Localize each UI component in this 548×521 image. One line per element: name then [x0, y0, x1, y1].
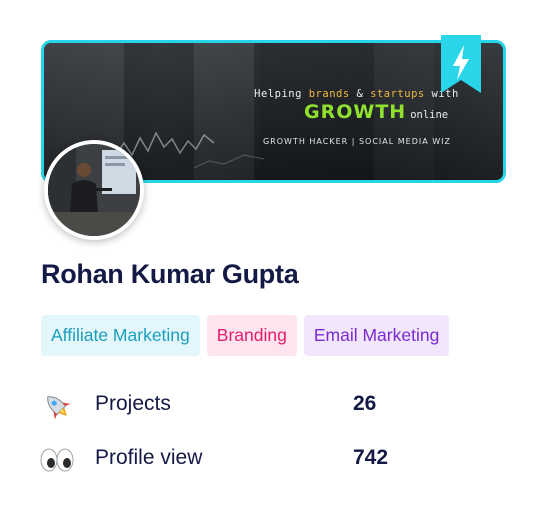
avatar[interactable] [44, 140, 144, 240]
lightning-bolt-icon [441, 35, 481, 93]
profile-name: Rohan Kumar Gupta [41, 259, 299, 289]
rocket-icon [47, 396, 71, 420]
banner-online-text: online [410, 109, 449, 121]
banner-subtitle: GROWTH HACKER | SOCIAL MEDIA WIZ [262, 137, 452, 146]
stat-label-profile-view: Profile view [95, 446, 203, 469]
banner-tagline: Helping brands & startups with [254, 88, 459, 100]
banner-growth-headline: GROWTH [304, 101, 407, 123]
eyes-icon [40, 448, 74, 472]
stat-label-projects: Projects [95, 392, 171, 415]
stat-row-projects: Projects 26 [40, 390, 460, 422]
tag-affiliate-marketing[interactable]: Affiliate Marketing [41, 315, 200, 356]
tag-email-marketing[interactable]: Email Marketing [303, 315, 450, 356]
tag-branding[interactable]: Branding [206, 315, 297, 356]
tag-list: Affiliate Marketing Branding Email Marke… [41, 315, 450, 356]
stat-value-profile-view: 742 [353, 446, 389, 469]
avatar-photo [48, 144, 140, 236]
stat-row-profile-view: Profile view 742 [40, 444, 460, 476]
stat-value-projects: 26 [353, 392, 377, 415]
